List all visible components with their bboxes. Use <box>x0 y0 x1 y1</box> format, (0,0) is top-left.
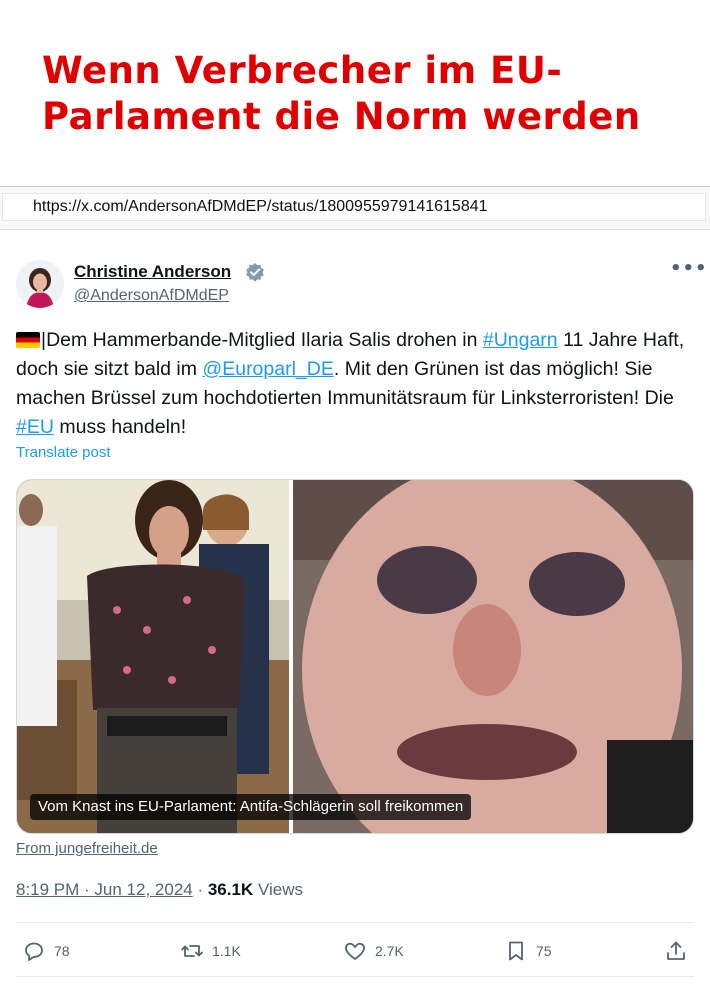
link-card-media[interactable] <box>16 479 694 834</box>
reply-count: 78 <box>54 943 70 959</box>
like-button[interactable]: 2.7K <box>343 936 404 966</box>
hashtag-eu[interactable]: #EU <box>16 416 54 438</box>
bookmark-icon <box>509 941 523 961</box>
views-count[interactable]: 36.1K <box>208 880 253 899</box>
more-horizontal-icon[interactable]: ••• <box>670 258 707 282</box>
verified-badge-icon <box>245 262 265 282</box>
reply-button[interactable]: 78 <box>22 936 70 966</box>
reply-icon <box>25 942 43 961</box>
link-source[interactable]: From jungefreiheit.de <box>16 840 158 857</box>
post-text-part-4: muss handeln! <box>53 416 187 438</box>
like-count: 2.7K <box>375 943 404 959</box>
post-text: |Dem Hammerbande-Mitglied Ilaria Salis d… <box>16 326 696 442</box>
translate-post-link[interactable]: Translate post <box>16 444 111 461</box>
author-name[interactable]: Christine Anderson <box>74 262 231 282</box>
link-card-image <box>17 480 693 833</box>
post-timestamp[interactable]: 8:19 PM · Jun 12, 2024 <box>16 880 193 899</box>
mention-europarl[interactable]: @Europarl_DE <box>202 358 333 380</box>
hashtag-ungarn[interactable]: #Ungarn <box>483 329 558 351</box>
bookmark-count: 75 <box>536 943 552 959</box>
divider <box>16 922 694 923</box>
headline-line-1: Wenn Verbrecher im EU- <box>42 49 563 92</box>
url-field[interactable]: https://x.com/AndersonAfDMdEP/status/180… <box>2 193 706 221</box>
divider-bottom <box>16 976 694 977</box>
views-label: Views <box>253 880 303 899</box>
german-flag-icon <box>16 332 40 348</box>
link-card-title[interactable]: Vom Knast ins EU-Parlament: Antifa-Schlä… <box>30 794 472 820</box>
url-bar[interactable]: https://x.com/AndersonAfDMdEP/status/180… <box>0 186 710 230</box>
post-metadata: 8:19 PM · Jun 12, 2024 · 36.1K Views <box>16 880 303 900</box>
repost-button[interactable]: 1.1K <box>180 936 241 966</box>
meta-separator: · <box>192 880 208 899</box>
heart-icon <box>345 942 365 960</box>
share-button[interactable] <box>664 936 688 966</box>
repost-count: 1.1K <box>212 943 241 959</box>
share-icon <box>667 941 685 960</box>
headline-line-2: Parlament die Norm werden <box>42 95 641 138</box>
bookmark-button[interactable]: 75 <box>504 936 552 966</box>
repost-icon <box>181 945 203 957</box>
avatar[interactable] <box>16 260 64 308</box>
post-text-part-1: |Dem Hammerbande-Mitglied Ilaria Salis d… <box>41 329 483 351</box>
url-text[interactable]: https://x.com/AndersonAfDMdEP/status/180… <box>33 198 488 216</box>
headline: Wenn Verbrecher im EU- Parlament die Nor… <box>42 48 702 140</box>
author-handle[interactable]: @AndersonAfDMdEP <box>74 287 229 305</box>
